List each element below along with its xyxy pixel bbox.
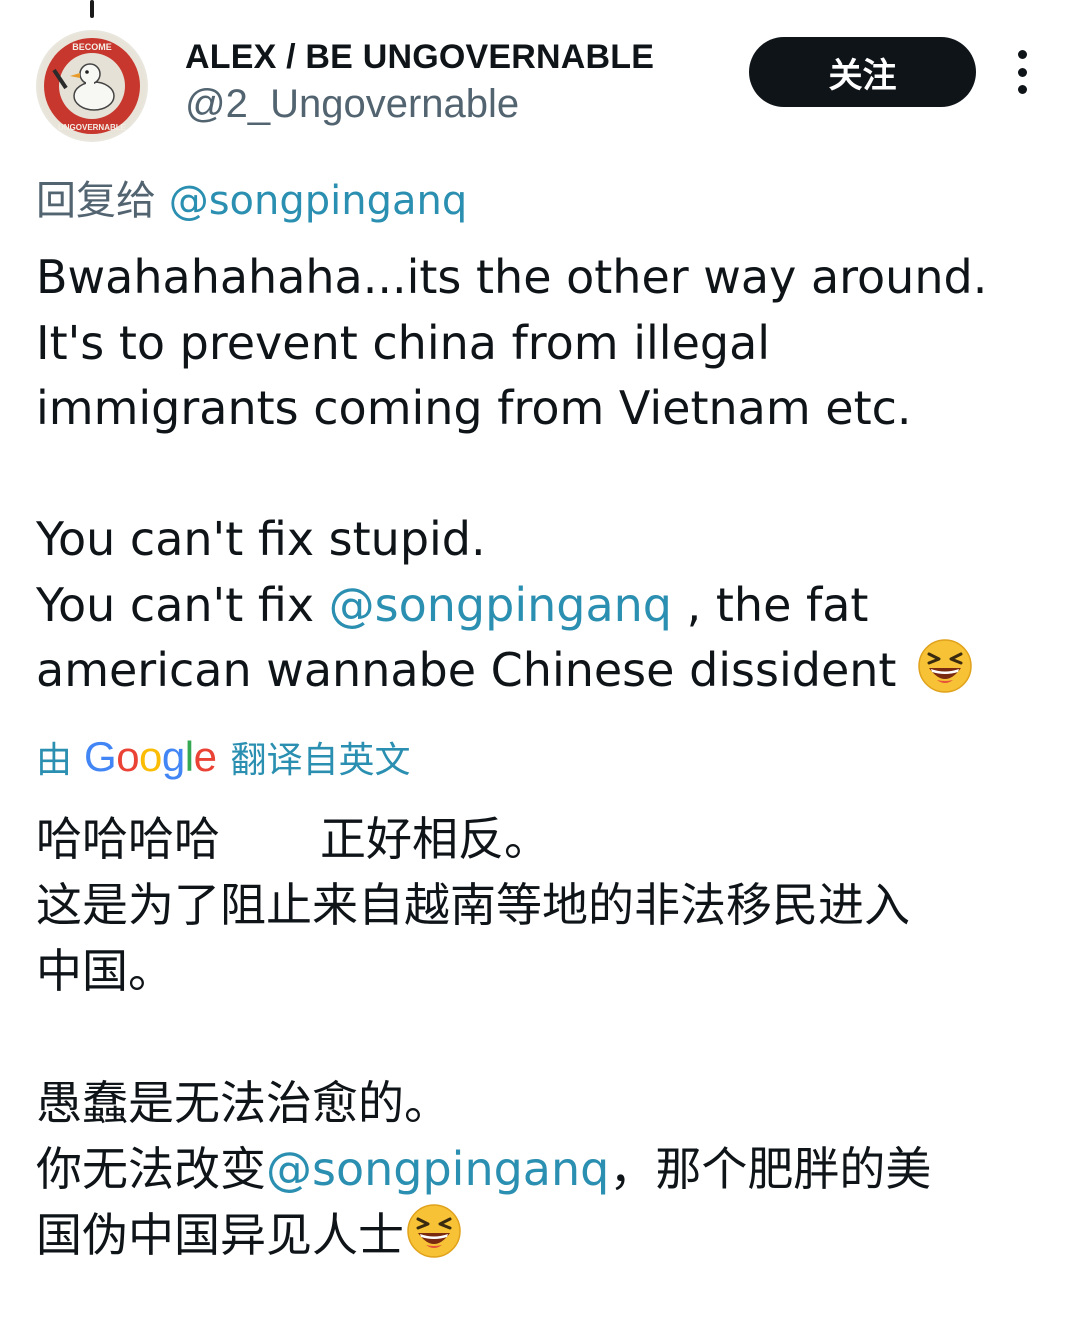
translated-line: 中国。 [36, 944, 174, 998]
tweet-line: Bwahahahaha...its the other way around. [36, 250, 988, 304]
translated-fragment: 正好相反。 [320, 812, 550, 866]
tweet-line: immigrants coming from Vietnam etc. [36, 381, 912, 435]
user-handle[interactable]: @2_Ungovernable [185, 82, 519, 127]
avatar[interactable]: BECOME UNGOVERNABLE [36, 30, 148, 142]
translated-line: 这是为了阻止来自越南等地的非法移民进入 [36, 878, 910, 932]
translated-line: 国伪中国异见人士 [36, 1202, 1046, 1268]
avatar-ring-text-bottom: UNGOVERNABLE [58, 123, 127, 132]
tweet-line: american wannabe Chinese dissident [36, 638, 1046, 704]
tweet-line: You can't fix @songpinganq , the fat [36, 573, 1046, 639]
reply-to-line: 回复给 @songpinganq [36, 168, 467, 226]
grinning-squinting-face-emoji-icon [918, 639, 972, 693]
translated-line: 哈哈哈哈 正好相反。 [36, 806, 1046, 872]
tweet-text-fragment: You can't fix [36, 577, 329, 632]
translated-fragment: 你无法改变 [36, 1142, 266, 1196]
follow-button[interactable]: 关注 [749, 37, 976, 107]
translated-line: 愚蠢是无法治愈的。 [36, 1076, 450, 1130]
more-dot [1017, 85, 1027, 94]
tweet-text-fragment: , the fat [672, 577, 869, 632]
avatar-ring-text-top: BECOME [72, 42, 112, 52]
google-logo-icon: Google [84, 733, 217, 780]
mention-link[interactable]: @songpinganq [329, 578, 672, 632]
translated-line: 你无法改变@songpinganq，那个肥胖的美 [36, 1136, 1046, 1202]
reply-to-prefix: 回复给 [36, 178, 169, 224]
tweet-header: BECOME UNGOVERNABLE ALEX / BE UNGOVERNAB… [0, 0, 1080, 150]
tweet-line: You can't fix stupid. [36, 512, 486, 566]
tweet-text-fragment: american wannabe Chinese dissident [36, 643, 897, 697]
more-dot [1017, 50, 1027, 59]
translated-fragment: 哈哈哈哈 [36, 812, 220, 866]
reply-to-mention-link[interactable]: @songpinganq [169, 178, 468, 224]
translated-fragment: ，那个肥胖的美 [609, 1142, 932, 1196]
tweet-line: It's to prevent china from illegal [36, 315, 771, 370]
more-vertical-icon[interactable] [1006, 50, 1038, 94]
goose-badge-avatar-icon: BECOME UNGOVERNABLE [38, 32, 146, 140]
tweet-body: Bwahahahaha...its the other way around. … [36, 245, 1046, 704]
grinning-squinting-face-emoji-icon [407, 1204, 461, 1258]
google-translate-attribution[interactable]: 由 Google 翻译自英文 [36, 732, 410, 782]
display-name[interactable]: ALEX / BE UNGOVERNABLE [185, 38, 654, 77]
translated-fragment: 国伪中国异见人士 [36, 1208, 404, 1262]
translated-mention-link[interactable]: @songpinganq [266, 1142, 609, 1196]
translate-source-label: 翻译自英文 [230, 740, 411, 781]
more-dot [1017, 67, 1027, 77]
translated-tweet-body: 哈哈哈哈 正好相反。 这是为了阻止来自越南等地的非法移民进入 中国。 愚蠢是无法治… [36, 806, 1046, 1268]
translate-by-label: 由 [36, 740, 73, 781]
